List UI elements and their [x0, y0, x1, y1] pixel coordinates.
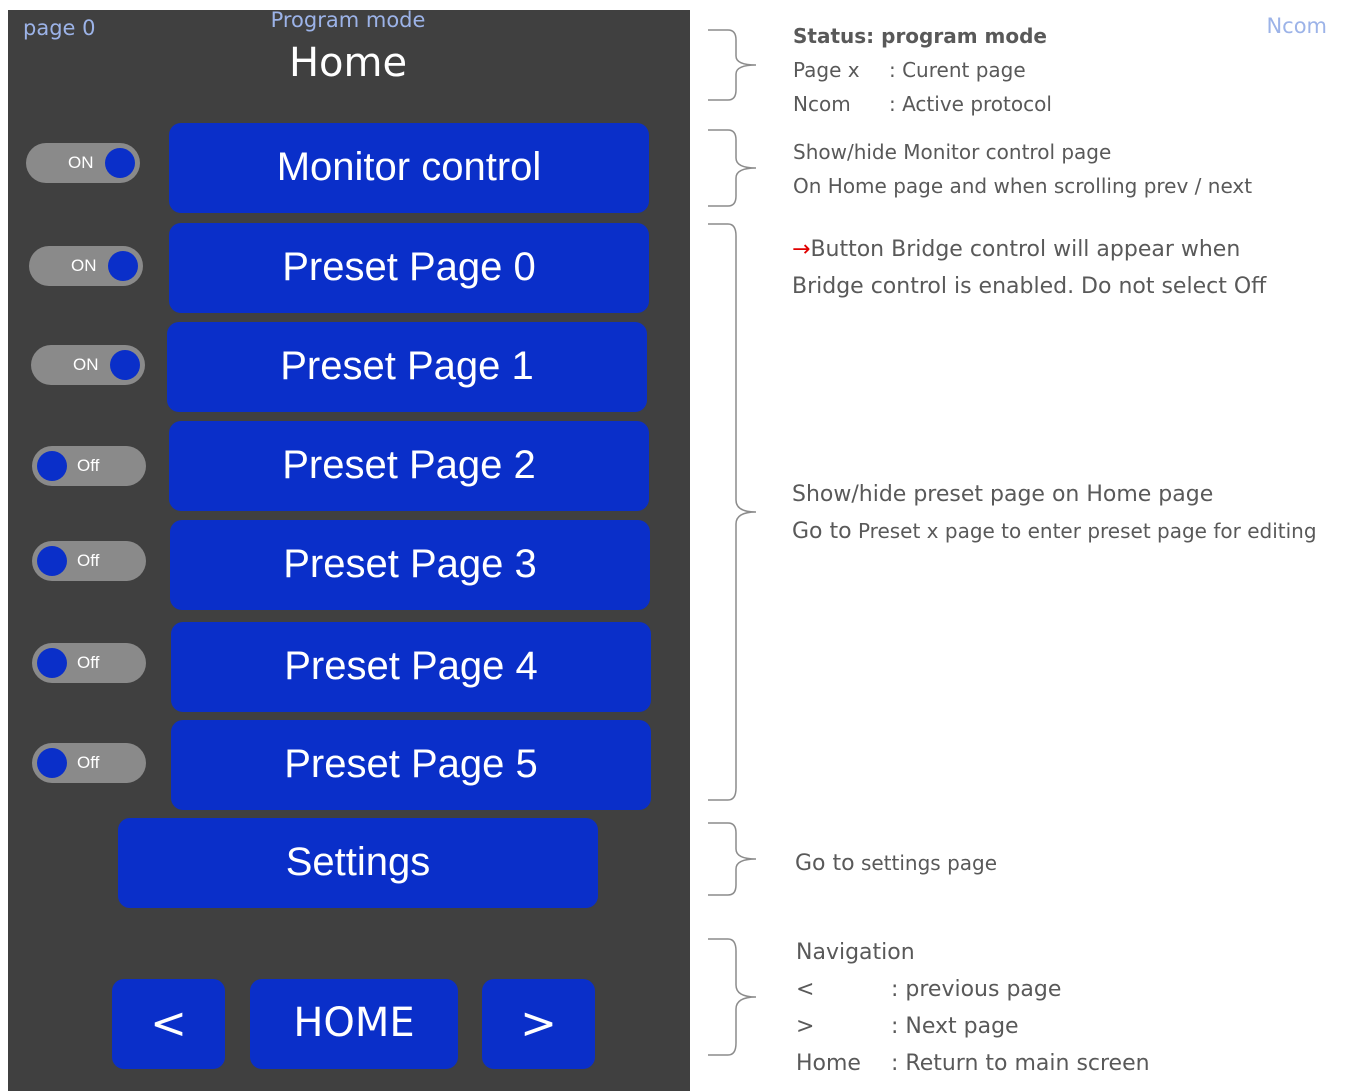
arrow-right-icon: →	[792, 237, 811, 262]
toggle-preset-page-0[interactable]: ON	[29, 246, 143, 286]
toggle-label: Off	[77, 653, 100, 672]
note-text: Go to	[795, 851, 855, 876]
brace-status	[708, 29, 757, 101]
toggle-knob	[108, 251, 138, 281]
note-preset: Show/hide preset page on Home page Go to…	[792, 476, 1317, 550]
toggle-knob	[37, 451, 67, 481]
page-title: Home	[288, 40, 408, 86]
note-value: : Next page	[891, 1014, 1019, 1039]
note-text: Go to	[792, 519, 852, 544]
preset-page-2-button[interactable]: Preset Page 2	[169, 421, 649, 511]
note-text: settings page	[860, 851, 998, 875]
note-key: Page x	[793, 58, 860, 82]
settings-button[interactable]: Settings	[118, 818, 598, 908]
toggle-preset-page-5[interactable]: Off	[32, 743, 146, 783]
note-navigation: Navigation < : previous page > : Next page…	[796, 934, 1150, 1082]
toggle-knob	[37, 748, 67, 778]
protocol-indicator: Ncom	[1266, 14, 1327, 38]
note-key: Ncom	[793, 92, 851, 116]
toggle-knob	[37, 648, 67, 678]
preset-page-5-button[interactable]: Preset Page 5	[171, 720, 651, 810]
brace-monitor	[708, 129, 757, 207]
next-page-button[interactable]: >	[482, 979, 595, 1069]
note-bridge: →Button Bridge control will appear when …	[792, 231, 1266, 305]
toggle-label: ON	[71, 256, 97, 275]
note-text: Preset x page to enter preset page for e…	[857, 519, 1317, 543]
toggle-label: Off	[77, 753, 100, 772]
preset-page-3-button[interactable]: Preset Page 3	[170, 520, 650, 610]
note-status: Status: program mode Page x : Curent page…	[793, 19, 1052, 121]
note-value: : Active protocol	[889, 92, 1052, 116]
monitor-control-button[interactable]: Monitor control	[169, 123, 649, 213]
mode-indicator: Program mode	[270, 8, 426, 32]
toggle-label: Off	[77, 551, 100, 570]
note-value: : Return to main screen	[891, 1051, 1150, 1076]
brace-settings	[708, 822, 757, 896]
note-line: On Home page and when scrolling prev / n…	[793, 174, 1253, 198]
toggle-knob	[105, 148, 135, 178]
note-value: : previous page	[891, 977, 1062, 1002]
brace-presets	[708, 223, 757, 801]
toggle-label: ON	[68, 153, 94, 172]
brace-navigation	[708, 938, 757, 1056]
toggle-preset-page-3[interactable]: Off	[32, 541, 146, 581]
note-key: Home	[796, 1051, 861, 1076]
note-line: Bridge control is enabled. Do not select…	[792, 274, 1267, 299]
toggle-preset-page-1[interactable]: ON	[31, 345, 145, 385]
note-key: >	[796, 1014, 815, 1039]
note-line: Show/hide Monitor control page	[793, 140, 1112, 164]
note-value: : Curent page	[889, 58, 1026, 82]
note-status-title: Status: program mode	[793, 24, 1047, 48]
note-line: Button Bridge control will appear when	[810, 237, 1241, 262]
toggle-label: Off	[77, 456, 100, 475]
preset-page-4-button[interactable]: Preset Page 4	[171, 622, 651, 712]
note-monitor: Show/hide Monitor control page On Home p…	[793, 135, 1252, 203]
prev-page-button[interactable]: <	[112, 979, 225, 1069]
home-button[interactable]: HOME	[250, 979, 458, 1069]
toggle-monitor-control[interactable]: ON	[26, 143, 140, 183]
note-line: Show/hide preset page on Home page	[792, 482, 1214, 507]
note-settings: Go to settings page	[795, 846, 997, 881]
note-key: <	[796, 977, 815, 1002]
toggle-knob	[37, 546, 67, 576]
preset-page-1-button[interactable]: Preset Page 1	[167, 322, 647, 412]
toggle-preset-page-2[interactable]: Off	[32, 446, 146, 486]
toggle-preset-page-4[interactable]: Off	[32, 643, 146, 683]
note-line: Navigation	[796, 940, 915, 965]
preset-page-0-button[interactable]: Preset Page 0	[169, 223, 649, 313]
toggle-label: ON	[73, 355, 99, 374]
toggle-knob	[110, 350, 140, 380]
